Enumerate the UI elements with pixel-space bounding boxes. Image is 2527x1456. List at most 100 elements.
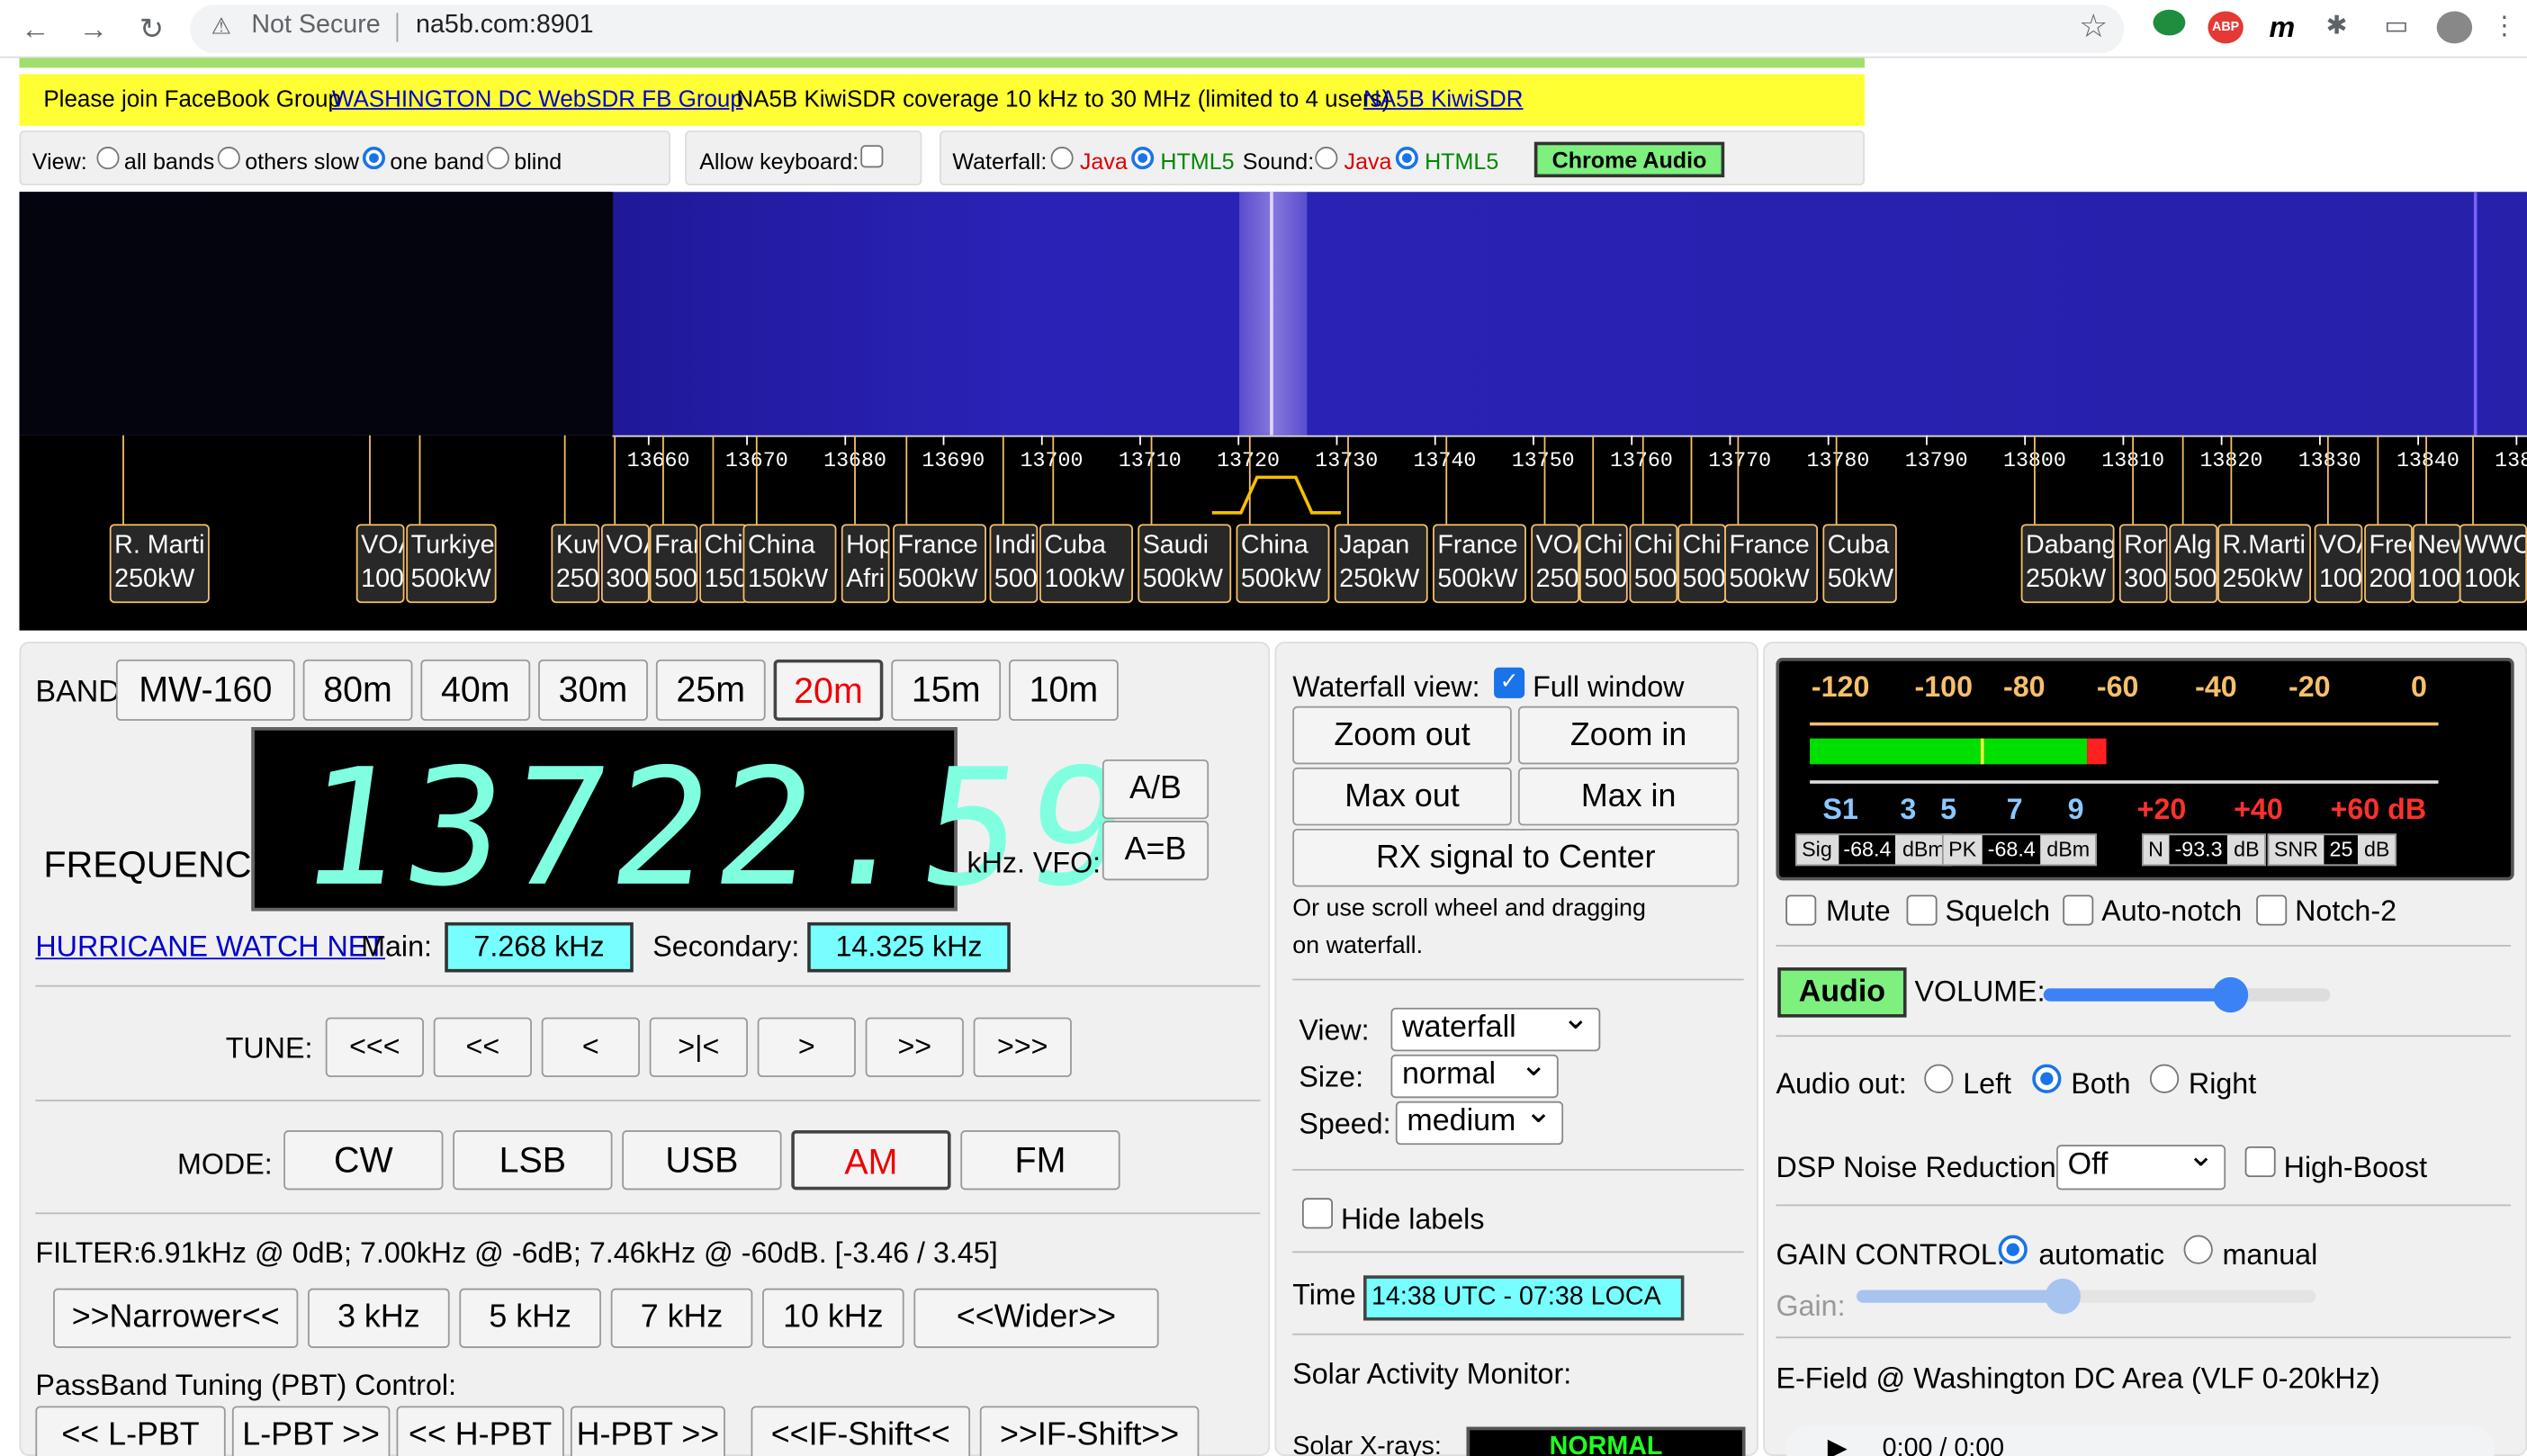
band-button-30m[interactable]: 30m [538, 659, 648, 721]
waterfall-java-radio[interactable] [1050, 147, 1074, 170]
tune-button[interactable]: >>> [973, 1017, 1072, 1077]
squelch-checkbox[interactable] [1906, 894, 1938, 926]
volume-slider[interactable] [2043, 976, 2331, 1013]
filter-button[interactable]: 10 kHz [762, 1288, 904, 1348]
view-select[interactable]: waterfall [1390, 1000, 1601, 1052]
volume-knob[interactable] [2212, 976, 2248, 1013]
station-label[interactable]: Chi 150 [699, 524, 748, 604]
mode-button-usb[interactable]: USB [622, 1130, 782, 1191]
full-window-checkbox[interactable]: ✓ [1494, 667, 1525, 698]
mute-checkbox[interactable] [1785, 894, 1817, 926]
station-label[interactable]: Chi 500 [1578, 524, 1628, 604]
extensions-puzzle-icon[interactable]: ✱ [2321, 12, 2353, 44]
station-label[interactable]: New 100 [2412, 524, 2461, 604]
tune-button[interactable]: > [757, 1017, 856, 1077]
speed-select[interactable]: medium [1395, 1093, 1564, 1146]
tune-button[interactable]: >> [865, 1017, 964, 1077]
forward-icon[interactable]: → [74, 10, 112, 49]
mode-button-lsb[interactable]: LSB [453, 1130, 613, 1191]
tune-button[interactable]: < [541, 1017, 640, 1077]
zoom-out-button[interactable]: Zoom out [1292, 706, 1512, 765]
frequency-scale[interactable]: 1366013670136801369013700137101372013730… [19, 435, 2527, 631]
station-label[interactable]: VOA 100 [355, 524, 405, 604]
kiwi-link[interactable]: NA5B KiwiSDR [1363, 87, 1523, 113]
tune-button[interactable]: <<< [325, 1017, 424, 1077]
reload-icon[interactable]: ↻ [132, 10, 171, 49]
pbt-button[interactable]: H-PBT >> [570, 1406, 725, 1456]
audio-out-right-radio[interactable] [2149, 1064, 2180, 1093]
avatar[interactable] [2436, 11, 2473, 44]
cast-icon[interactable]: ▭ [2379, 12, 2414, 44]
rx-center-button[interactable]: RX signal to Center [1292, 828, 1740, 887]
station-label[interactable]: China 150kW [742, 524, 837, 604]
station-label[interactable]: Chi 500 [1629, 524, 1678, 604]
bookmark-star-icon[interactable]: ☆ [2079, 6, 2108, 47]
station-label[interactable]: R. Marti 250kW [109, 524, 210, 604]
station-label[interactable]: France 500kW [1433, 524, 1526, 604]
station-label[interactable]: VOA 250 [1531, 524, 1579, 604]
gain-slider[interactable] [1857, 1278, 2316, 1315]
station-label[interactable]: VOA 300 [600, 524, 650, 604]
band-button-40m[interactable]: 40m [420, 659, 531, 721]
hwn-main-button[interactable]: 7.268 kHz [445, 921, 634, 973]
max-in-button[interactable]: Max in [1517, 767, 1740, 826]
sound-java-radio[interactable] [1315, 147, 1338, 170]
waterfall-display[interactable] [19, 192, 2527, 436]
hwn-secondary-button[interactable]: 14.325 kHz [807, 921, 1011, 973]
view-othersslow-radio[interactable] [217, 147, 240, 170]
vfo-ab-button[interactable]: A/B [1102, 759, 1210, 820]
station-label[interactable]: Kuw 250 [551, 524, 600, 604]
adblock-icon[interactable]: ABP [2208, 11, 2244, 44]
hide-labels-checkbox[interactable] [1301, 1198, 1334, 1229]
view-blind-radio[interactable] [486, 147, 509, 170]
band-button-20m[interactable]: 20m [773, 659, 884, 721]
station-label[interactable]: France 500kW [893, 524, 986, 604]
station-label[interactable]: Japan 250kW [1334, 524, 1428, 604]
filter-button[interactable]: 5 kHz [459, 1288, 601, 1348]
chrome-audio-button[interactable]: Chrome Audio [1533, 141, 1725, 178]
frequency-display[interactable]: 13722.59 [251, 727, 1144, 922]
back-icon[interactable]: ← [16, 10, 55, 49]
filter-button[interactable]: 3 kHz [308, 1288, 450, 1348]
pbt-button[interactable]: L-PBT >> [231, 1406, 391, 1456]
gain-manual-radio[interactable] [2183, 1235, 2213, 1264]
gain-automatic-radio[interactable] [1998, 1235, 2028, 1264]
tune-button[interactable]: << [433, 1017, 532, 1077]
station-label[interactable]: VOA 100 [2314, 524, 2363, 604]
audio-out-left-radio[interactable] [1924, 1064, 1954, 1093]
vfo-aeqb-button[interactable]: A=B [1102, 821, 1210, 881]
extension-green-icon[interactable] [2153, 9, 2186, 36]
tune-button[interactable]: >|< [649, 1017, 748, 1077]
station-label[interactable]: WWC 100k [2459, 524, 2527, 604]
menu-dots-icon[interactable]: ⋮ [2492, 12, 2518, 44]
audio-out-both-radio[interactable] [2032, 1064, 2062, 1093]
filter-button[interactable]: >>Narrower<< [53, 1288, 299, 1348]
dsp-select[interactable]: Off [2056, 1137, 2226, 1191]
station-label[interactable]: Cuba 100kW [1039, 524, 1133, 604]
station-label[interactable]: Free 200 [2364, 524, 2413, 604]
view-oneband-radio[interactable] [362, 147, 386, 170]
station-label[interactable]: France 500kW [1724, 524, 1819, 604]
pbt-button[interactable]: >>IF-Shift>> [979, 1406, 1200, 1456]
notch2-checkbox[interactable] [2256, 894, 2288, 926]
station-label[interactable]: Saudi 500kW [1138, 524, 1232, 604]
station-label[interactable]: China 500kW [1236, 524, 1330, 604]
waterfall-html5-radio[interactable] [1131, 147, 1155, 170]
allow-keyboard-checkbox[interactable] [860, 145, 884, 168]
station-label[interactable]: Cuba 50kW [1822, 524, 1897, 604]
station-label[interactable]: Alg 500 [2169, 524, 2218, 604]
station-label[interactable]: Hop Afri [841, 524, 890, 604]
gain-knob[interactable] [2045, 1278, 2082, 1315]
audio-player[interactable]: ▶ 0:00 / 0:00 [1785, 1425, 2496, 1456]
station-label[interactable]: Chi 500 [1677, 524, 1726, 604]
hurricane-watch-net-link[interactable]: HURRICANE WATCH NET [35, 930, 385, 965]
autonotch-checkbox[interactable] [2063, 894, 2094, 926]
band-button-15m[interactable]: 15m [891, 659, 1002, 721]
pbt-button[interactable]: << L-PBT [35, 1406, 226, 1456]
extension-m-icon[interactable]: m [2266, 12, 2298, 44]
station-label[interactable]: Indi 500 [989, 524, 1039, 604]
band-button-mw-160[interactable]: MW-160 [115, 659, 295, 721]
filter-button[interactable]: 7 kHz [610, 1288, 753, 1348]
station-label[interactable]: Fran 500 [649, 524, 698, 604]
station-label[interactable]: Ron 300 [2118, 524, 2168, 604]
